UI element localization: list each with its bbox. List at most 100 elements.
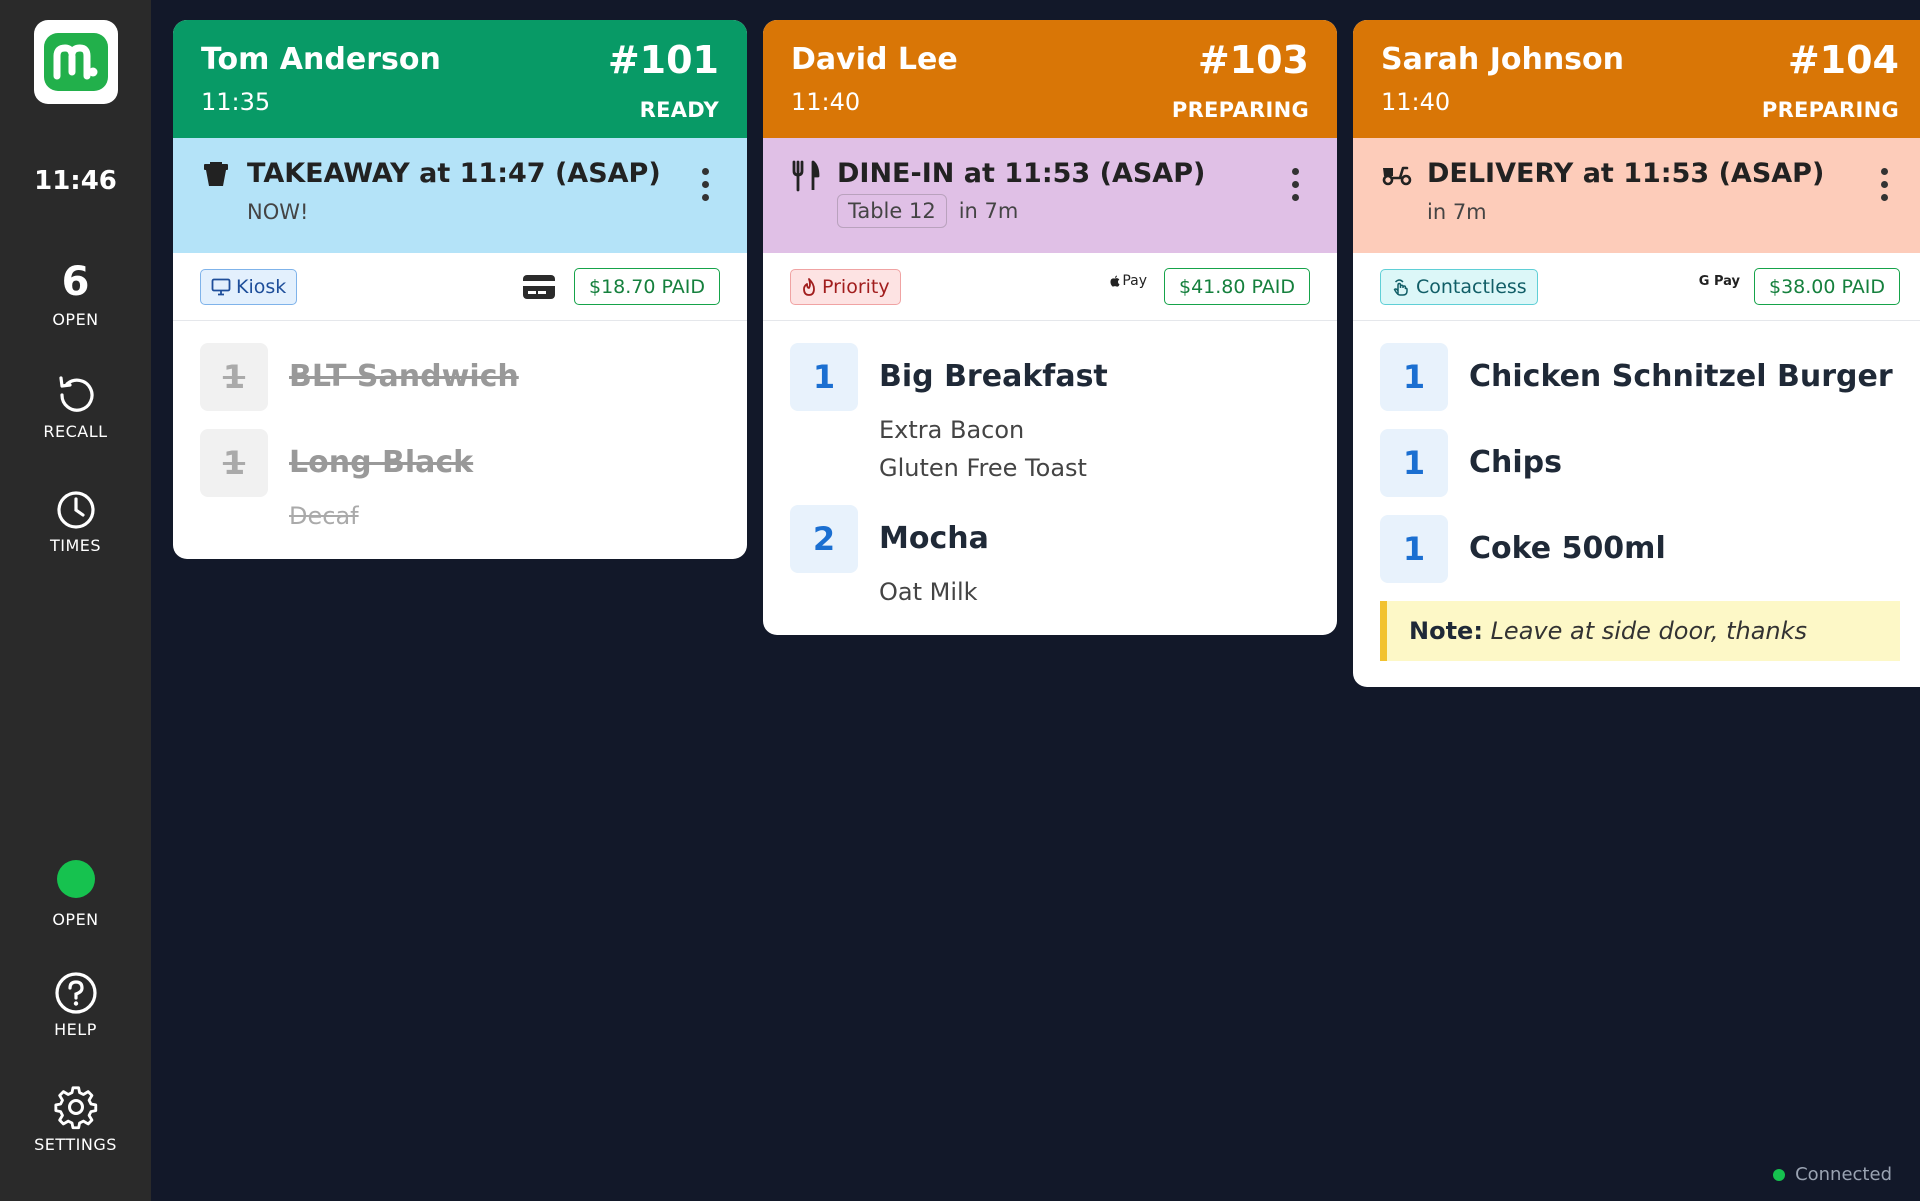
- item-modifier: Decaf: [289, 502, 359, 530]
- times-label: TIMES: [49, 536, 102, 555]
- item-quantity: 1: [200, 429, 268, 497]
- order-number: #103: [1197, 38, 1309, 82]
- order-number: #101: [607, 38, 719, 82]
- customer-name: Tom Anderson: [201, 42, 441, 77]
- current-time: 11:46: [34, 166, 117, 196]
- item-name: BLT Sandwich: [289, 359, 519, 394]
- order-time: 11:40: [1381, 88, 1451, 116]
- open-orders-button[interactable]: 6 OPEN: [0, 258, 151, 329]
- order-badges: Priority Pay $41.80 PAID: [763, 253, 1337, 321]
- item-name: Chicken Schnitzel Burger: [1469, 359, 1893, 394]
- recall-label: RECALL: [43, 422, 108, 441]
- item-name: Coke 500ml: [1469, 531, 1666, 566]
- gear-icon: [53, 1086, 97, 1130]
- paid-badge: $41.80 PAID: [1164, 268, 1310, 305]
- item-name: Big Breakfast: [879, 359, 1108, 394]
- order-items: 1 BLT Sandwich 1 Long Black Decaf: [173, 321, 747, 559]
- list-item[interactable]: 1 Long Black Decaf: [200, 429, 720, 535]
- apple-pay-icon: Pay: [1110, 273, 1147, 289]
- note-label: Note:: [1409, 617, 1483, 645]
- logo-m-icon: [44, 33, 108, 91]
- service-bar: TAKEAWAY at 11:47 (ASAP) NOW!: [173, 138, 747, 253]
- order-status: PREPARING: [1761, 98, 1899, 122]
- order-header[interactable]: Tom Anderson 11:35 #101 READY: [173, 20, 747, 138]
- connection-dot-icon: [1773, 1168, 1786, 1181]
- item-quantity: 1: [200, 343, 268, 411]
- item-name: Long Black: [289, 445, 474, 480]
- recall-button[interactable]: RECALL: [0, 372, 151, 441]
- item-quantity: 2: [790, 505, 858, 573]
- item-modifier: Extra Bacon: [879, 416, 1025, 444]
- order-header[interactable]: David Lee 11:40 #103 PREPARING: [763, 20, 1337, 138]
- source-badge: Contactless: [1380, 269, 1538, 305]
- clock-icon: [56, 491, 95, 529]
- app-logo[interactable]: [34, 20, 118, 104]
- note-text: Leave at side door, thanks: [1490, 617, 1808, 645]
- list-item[interactable]: 1 Chicken Schnitzel Burger: [1380, 343, 1900, 411]
- service-title: DELIVERY at 11:53 (ASAP): [1427, 158, 1825, 189]
- list-item[interactable]: 1 Chips: [1380, 429, 1900, 497]
- list-item[interactable]: 1 Coke 500ml: [1380, 515, 1900, 583]
- source-badge: Priority: [790, 269, 901, 305]
- cutlery-icon: [792, 160, 820, 192]
- takeaway-icon: [204, 162, 228, 186]
- apple-pay-label: Pay: [1122, 273, 1147, 289]
- settings-label: SETTINGS: [34, 1135, 117, 1154]
- order-items: 1 Chicken Schnitzel Burger 1 Chips 1 Cok…: [1353, 321, 1920, 687]
- sidebar: 11:46 6 OPEN RECALL TIMES OPEN HELP SETT…: [0, 0, 151, 1201]
- help-icon: [54, 972, 97, 1014]
- status-dot-icon: [56, 860, 95, 898]
- open-orders-count: 6: [61, 259, 90, 305]
- google-pay-icon: G Pay: [1699, 273, 1740, 289]
- store-status-label: OPEN: [52, 910, 99, 929]
- recall-icon: [58, 376, 94, 412]
- times-button[interactable]: TIMES: [0, 488, 151, 555]
- order-header[interactable]: Sarah Johnson 11:40 #104 PREPARING: [1353, 20, 1920, 138]
- connection-label: Connected: [1795, 1164, 1892, 1185]
- list-item[interactable]: 1 Big Breakfast Extra Bacon Gluten Free …: [790, 343, 1310, 487]
- order-card[interactable]: Tom Anderson 11:35 #101 READY TAKEAWAY a…: [173, 20, 747, 559]
- tap-hand-icon: [1393, 279, 1408, 296]
- order-note: Note: Leave at side door, thanks: [1380, 601, 1900, 661]
- connection-status: Connected: [1773, 1164, 1892, 1185]
- item-name: Mocha: [879, 521, 989, 556]
- item-modifier: Gluten Free Toast: [879, 454, 1087, 482]
- customer-name: David Lee: [791, 42, 958, 77]
- service-bar: DELIVERY at 11:53 (ASAP) in 7m: [1353, 138, 1920, 253]
- more-menu-icon[interactable]: [1289, 168, 1301, 201]
- service-title: TAKEAWAY at 11:47 (ASAP): [247, 158, 661, 189]
- flame-icon: [803, 278, 815, 296]
- list-item[interactable]: 2 Mocha Oat Milk: [790, 505, 1310, 611]
- source-label: Contactless: [1416, 276, 1527, 298]
- customer-name: Sarah Johnson: [1381, 42, 1625, 77]
- more-menu-icon[interactable]: [699, 168, 711, 201]
- order-badges: Kiosk $18.70 PAID: [173, 253, 747, 321]
- table-badge: Table 12: [837, 194, 947, 228]
- item-quantity: 1: [1380, 515, 1448, 583]
- settings-button[interactable]: SETTINGS: [0, 1085, 151, 1154]
- order-card[interactable]: Sarah Johnson 11:40 #104 PREPARING DELIV…: [1353, 20, 1920, 687]
- order-badges: Contactless G Pay $38.00 PAID: [1353, 253, 1920, 321]
- source-label: Kiosk: [236, 276, 287, 298]
- paid-badge: $38.00 PAID: [1754, 268, 1900, 305]
- source-label: Priority: [822, 276, 890, 298]
- service-details: Table 12 in 7m: [837, 194, 1018, 228]
- order-time: 11:35: [201, 88, 271, 116]
- help-label: HELP: [54, 1020, 97, 1039]
- more-menu-icon[interactable]: [1878, 168, 1890, 201]
- item-name: Chips: [1469, 445, 1562, 480]
- help-button[interactable]: HELP: [0, 970, 151, 1039]
- open-orders-label: OPEN: [52, 310, 99, 329]
- order-items: 1 Big Breakfast Extra Bacon Gluten Free …: [763, 321, 1337, 635]
- store-status-button[interactable]: OPEN: [0, 860, 151, 929]
- order-status: PREPARING: [1171, 98, 1309, 122]
- item-quantity: 1: [1380, 429, 1448, 497]
- paid-badge: $18.70 PAID: [574, 268, 720, 305]
- order-card[interactable]: David Lee 11:40 #103 PREPARING DINE-IN a…: [763, 20, 1337, 635]
- service-bar: DINE-IN at 11:53 (ASAP) Table 12 in 7m: [763, 138, 1337, 253]
- list-item[interactable]: 1 BLT Sandwich: [200, 343, 720, 411]
- item-modifier: Oat Milk: [879, 578, 978, 606]
- service-eta: in 7m: [958, 199, 1019, 223]
- google-pay-label: G Pay: [1698, 274, 1740, 289]
- card-icon: [523, 275, 555, 299]
